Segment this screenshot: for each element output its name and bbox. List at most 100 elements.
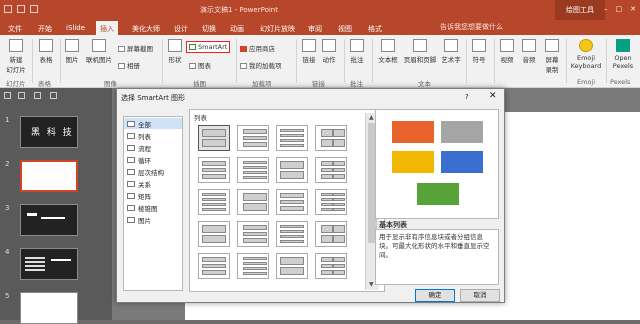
scroll-down-icon[interactable]: ▼	[369, 281, 374, 288]
store-button[interactable]: 应用商店	[240, 43, 275, 53]
slide-thumbnail-3[interactable]	[20, 204, 78, 236]
smartart-layout-thumbnail[interactable]	[198, 189, 230, 215]
redo-icon[interactable]	[30, 5, 38, 13]
category-all[interactable]: 全部	[124, 118, 182, 129]
smartart-layout-thumbnail[interactable]	[276, 157, 308, 183]
maximize-icon[interactable]: □	[616, 5, 623, 13]
symbols-button[interactable]: 符号	[470, 39, 488, 64]
close-icon[interactable]: ✕	[489, 91, 497, 101]
smartart-button[interactable]: SmartArt	[186, 41, 231, 53]
audio-label: 音频	[522, 56, 536, 64]
tab-file[interactable]: 文件	[4, 21, 26, 35]
open-pexels-button[interactable]: Open Pexels	[608, 39, 638, 70]
tab-home[interactable]: 开始	[34, 21, 56, 35]
header-footer-label: 页眉和页脚	[403, 56, 437, 64]
preview-shape	[391, 120, 435, 144]
link-button[interactable]: 链接	[300, 39, 318, 64]
online-picture-icon	[92, 39, 106, 52]
redo-small-icon[interactable]	[34, 92, 41, 99]
video-icon	[500, 39, 514, 52]
tab-design[interactable]: 设计	[170, 21, 192, 35]
undo-small-icon[interactable]	[18, 92, 25, 99]
tab-format[interactable]: 格式	[364, 21, 386, 35]
smartart-layout-thumbnail[interactable]	[315, 253, 347, 279]
category-process[interactable]: 流程	[124, 142, 182, 153]
slide-thumbnail-pane: 1 黑 科 技 2 3 4 5	[0, 104, 112, 324]
ok-button[interactable]: 确定	[415, 289, 455, 302]
smartart-layout-thumbnail[interactable]	[237, 125, 269, 151]
speaker-icon	[522, 39, 536, 52]
smartart-layout-thumbnail[interactable]	[198, 125, 230, 151]
group-addins-label: 加载项	[252, 80, 272, 88]
minimize-icon[interactable]: –	[604, 5, 608, 13]
tab-animations[interactable]: 动画	[226, 21, 248, 35]
screenshot-button[interactable]: 屏幕截图	[118, 43, 153, 53]
tab-slideshow[interactable]: 幻灯片放映	[256, 21, 299, 35]
tab-meihua[interactable]: 美化大师	[128, 21, 164, 35]
video-button[interactable]: 视频	[498, 39, 516, 64]
undo-icon[interactable]	[17, 5, 25, 13]
start-show-icon[interactable]	[50, 92, 57, 99]
group-illustrations-label: 插图	[193, 80, 206, 88]
screen-record-button[interactable]: 屏幕 录制	[542, 39, 562, 74]
wordart-button[interactable]: 艺术字	[440, 39, 462, 64]
category-relationship[interactable]: 关系	[124, 178, 182, 189]
comment-button[interactable]: 批注	[348, 39, 366, 64]
quick-access-toolbar	[4, 5, 38, 13]
smartart-layout-thumbnail[interactable]	[198, 221, 230, 247]
tab-transitions[interactable]: 切换	[198, 21, 220, 35]
scroll-up-icon[interactable]: ▲	[369, 114, 374, 121]
new-slide-button[interactable]: 新建 幻灯片	[3, 39, 29, 74]
tab-insert[interactable]: 插入	[96, 21, 118, 35]
smartart-layout-thumbnail[interactable]	[276, 221, 308, 247]
tab-review[interactable]: 审阅	[304, 21, 326, 35]
smartart-layout-thumbnail[interactable]	[315, 221, 347, 247]
smartart-layout-thumbnail[interactable]	[315, 157, 347, 183]
online-picture-button[interactable]: 联机图片	[84, 39, 114, 64]
shapes-button[interactable]: 形状	[166, 39, 184, 64]
smartart-layout-thumbnail[interactable]	[276, 253, 308, 279]
slide-thumbnail-1[interactable]: 黑 科 技	[20, 116, 78, 148]
smartart-layout-thumbnail[interactable]	[276, 189, 308, 215]
chart-button[interactable]: 图表	[189, 60, 211, 70]
smartart-layout-thumbnail[interactable]	[198, 157, 230, 183]
save-icon[interactable]	[4, 5, 12, 13]
album-button[interactable]: 相册	[118, 60, 140, 70]
action-label: 动作	[322, 56, 336, 64]
layout-thumbnail-grid	[198, 125, 358, 279]
textbox-button[interactable]: 文本框	[376, 39, 400, 64]
pexels-icon	[616, 39, 630, 52]
slide-thumbnail-4[interactable]	[20, 248, 78, 280]
tab-view[interactable]: 视图	[334, 21, 356, 35]
close-window-icon[interactable]: ✕	[630, 5, 636, 13]
tab-islide[interactable]: iSlide	[62, 21, 89, 35]
category-hierarchy[interactable]: 层次结构	[124, 166, 182, 177]
category-cycle[interactable]: 循环	[124, 154, 182, 165]
smartart-layout-thumbnail[interactable]	[315, 125, 347, 151]
picture-button[interactable]: 图片	[62, 39, 82, 64]
header-footer-button[interactable]: 页眉和页脚	[402, 39, 438, 64]
my-addins-button[interactable]: 我的加载项	[240, 60, 282, 70]
smartart-layout-thumbnail[interactable]	[198, 253, 230, 279]
smartart-layout-thumbnail[interactable]	[237, 189, 269, 215]
cancel-button[interactable]: 取消	[460, 289, 500, 302]
action-button[interactable]: 动作	[320, 39, 338, 64]
smartart-layout-thumbnail[interactable]	[237, 253, 269, 279]
smartart-layout-thumbnail[interactable]	[237, 221, 269, 247]
slide-thumbnail-2[interactable]	[20, 160, 78, 192]
tell-me-search[interactable]: 告诉我您想要做什么	[440, 22, 503, 32]
category-matrix[interactable]: 矩阵	[124, 190, 182, 201]
gallery-title: 列表	[194, 114, 207, 122]
audio-button[interactable]: 音频	[520, 39, 538, 64]
help-icon[interactable]: ?	[465, 93, 469, 101]
smartart-layout-thumbnail[interactable]	[237, 157, 269, 183]
save-small-icon[interactable]	[4, 92, 11, 99]
smartart-layout-thumbnail[interactable]	[315, 189, 347, 215]
category-pyramid[interactable]: 棱锥图	[124, 202, 182, 213]
slide-thumbnail-5[interactable]	[20, 292, 78, 324]
emoji-keyboard-button[interactable]: Emoji Keyboard	[569, 39, 603, 70]
category-picture[interactable]: 图片	[124, 214, 182, 225]
smartart-layout-thumbnail[interactable]	[276, 125, 308, 151]
category-list-item[interactable]: 列表	[124, 130, 182, 141]
table-button[interactable]: 表格	[36, 39, 56, 64]
